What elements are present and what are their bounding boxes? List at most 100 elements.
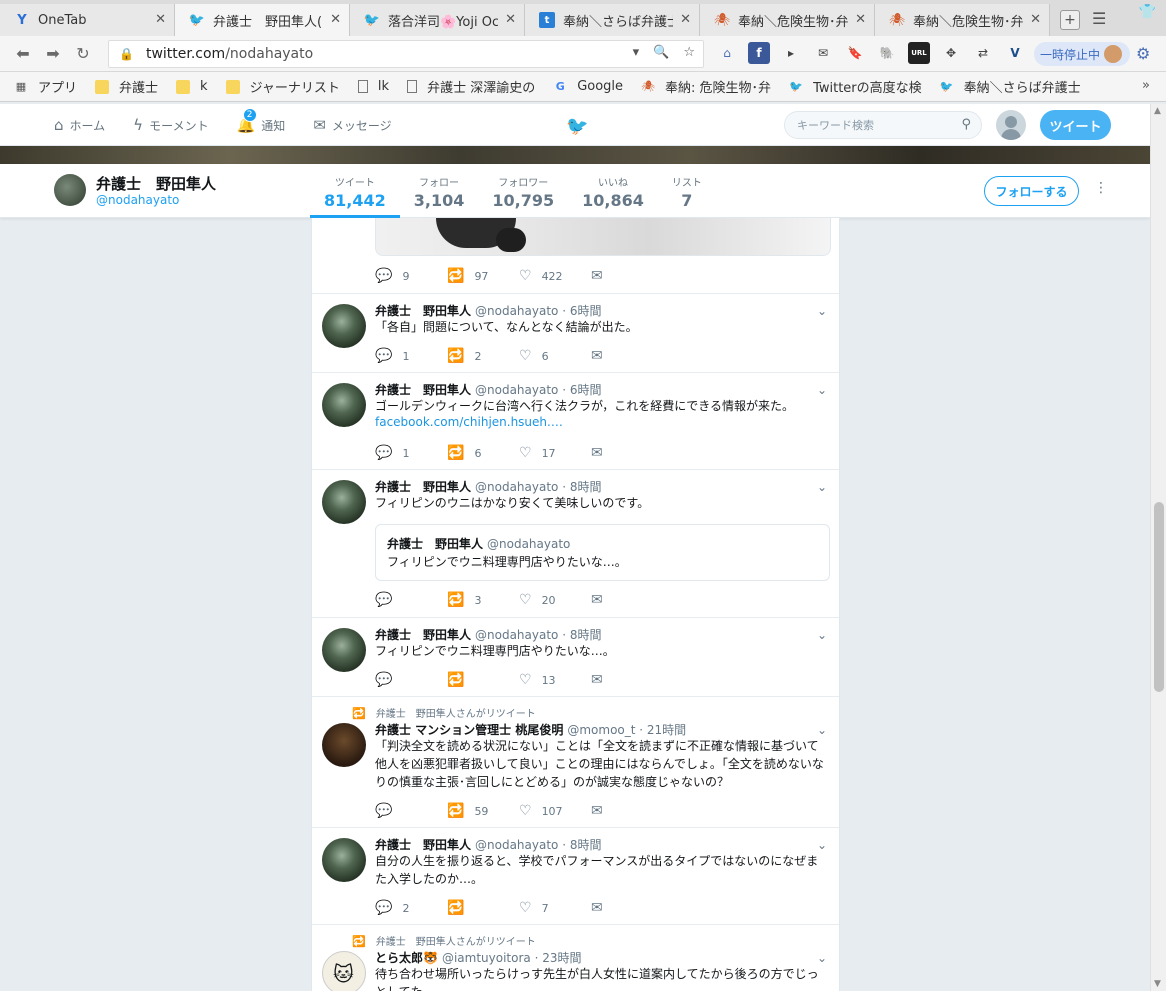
bookmark-google[interactable]: G Google [553, 79, 623, 94]
tweet-avatar[interactable] [322, 723, 366, 767]
retweeted-tweet[interactable]: 🔁 弁護士 野田隼人さんがリツイート とら太郎🐯 @iamtuyoitora · 2… [312, 925, 839, 991]
tweet[interactable]: 弁護士 野田隼人 @nodahayato · 8時間 ⌄ フィリピンでウニ料理専門… [312, 618, 839, 697]
stat-lists[interactable]: リスト 7 [658, 164, 716, 218]
retweet-button[interactable]: 🔁 2 [447, 348, 519, 364]
tweet-meta[interactable]: @nodahayato · 6時間 [475, 304, 601, 318]
stat-likes[interactable]: いいね 10,864 [568, 164, 658, 218]
tweet[interactable]: 弁護士 野田隼人 @nodahayato · 8時間 ⌄ 自分の人生を振り返ると、… [312, 828, 839, 925]
tweet-link[interactable]: facebook.com/chihjen.hsueh.… [375, 415, 563, 429]
chevron-down-icon[interactable]: ⌄ [817, 951, 827, 965]
reload-button[interactable]: ↻ [68, 39, 98, 69]
tweet-avatar[interactable] [322, 951, 366, 991]
more-options-icon[interactable]: ⋮ [1094, 180, 1108, 196]
retweet-button[interactable]: 🔁 59 [447, 803, 519, 819]
nav-messages[interactable]: ✉ メッセージ [313, 116, 391, 134]
bookmark-folder[interactable]: ジャーナリスト [225, 77, 340, 96]
browser-tab[interactable]: 🕷 奉納＼危険生物･弁 ✕ [700, 4, 875, 36]
tweet-meta[interactable]: @nodahayato · 8時間 [475, 480, 601, 494]
close-icon[interactable]: ✕ [680, 12, 691, 27]
tweet[interactable]: 弁護士 野田隼人 @nodahayato · 6時間 ⌄ ゴールデンウィークに台湾… [312, 373, 839, 470]
tweet[interactable]: 弁護士 野田隼人 @nodahayato · 6時間 ⌄ 「各自」問題について、な… [312, 294, 839, 373]
tweet-author-name[interactable]: 弁護士 野田隼人 [375, 304, 471, 318]
scroll-down-icon[interactable]: ▼ [1154, 979, 1161, 989]
search-icon[interactable]: ⚲ [961, 117, 971, 132]
settings-gear-icon[interactable]: ⚙ [1136, 44, 1150, 63]
scroll-up-icon[interactable]: ▲ [1154, 106, 1161, 116]
chevron-down-icon[interactable]: ⌄ [817, 383, 827, 397]
vimium-icon[interactable]: V [1004, 42, 1026, 64]
play-icon[interactable]: ▸ [780, 42, 802, 64]
dm-button[interactable]: ✉ [591, 672, 663, 688]
like-button[interactable]: ♡ 107 [519, 803, 591, 819]
tweet-meta[interactable]: @nodahayato · 8時間 [475, 628, 601, 642]
evernote-icon[interactable]: 🐘 [876, 42, 898, 64]
bookmark-folder[interactable]: 弁護士 [95, 77, 158, 96]
page-scrollbar[interactable]: ▲ ▼ [1150, 104, 1166, 991]
like-button[interactable]: ♡ 13 [519, 672, 591, 688]
like-button[interactable]: ♡ 422 [519, 268, 591, 284]
dm-button[interactable]: ✉ [591, 592, 663, 608]
home-icon[interactable]: ⌂ [716, 42, 738, 64]
tweet-avatar[interactable] [322, 383, 366, 427]
like-button[interactable]: ♡ 17 [519, 445, 591, 461]
tweet-avatar[interactable] [322, 480, 366, 524]
quoted-tweet[interactable]: 弁護士 野田隼人 @nodahayato フィリピンでウニ料理専門店やりたいな…。 [375, 524, 830, 581]
browser-tab-active[interactable]: 🐦 弁護士 野田隼人( ✕ [175, 4, 350, 36]
bookmark-page[interactable]: 弁護士 深澤諭史の [407, 77, 535, 96]
star-icon[interactable]: ☆ [683, 45, 695, 60]
tweet-avatar[interactable] [322, 628, 366, 672]
nav-home[interactable]: ⌂ ホーム [54, 116, 105, 134]
reply-button[interactable]: 💬 2 [375, 900, 447, 916]
retweet-button[interactable]: 🔁 3 [447, 592, 519, 608]
close-icon[interactable]: ✕ [855, 12, 866, 27]
browser-tab[interactable]: t 奉納＼さらば弁護士 ✕ [525, 4, 700, 36]
profile-name[interactable]: 弁護士 野田隼人 [96, 173, 216, 194]
tab-list-menu-icon[interactable]: ☰ [1092, 9, 1106, 28]
tweet[interactable]: 💬 9 🔁 97 ♡ 422 ✉ [312, 218, 839, 294]
tweet-author-name[interactable]: 弁護士 野田隼人 [375, 383, 471, 397]
move-icon[interactable]: ✥ [940, 42, 962, 64]
dm-button[interactable]: ✉ [591, 348, 663, 364]
tweet-meta[interactable]: @nodahayato · 6時間 [475, 383, 601, 397]
reply-button[interactable]: 💬 1 [375, 348, 447, 364]
new-tab-button[interactable]: + [1060, 10, 1080, 30]
reply-button[interactable]: 💬 1 [375, 445, 447, 461]
account-avatar[interactable] [996, 110, 1026, 140]
tweet-author-name[interactable]: とら太郎🐯 [375, 951, 438, 965]
chevron-down-icon[interactable]: ⌄ [817, 304, 827, 318]
profile-avatar[interactable] [54, 174, 86, 206]
tweet-button[interactable]: ツイート [1040, 110, 1111, 140]
pause-status-button[interactable]: 一時停止中 [1034, 42, 1130, 66]
tweet-meta[interactable]: @nodahayato · 8時間 [475, 838, 601, 852]
stat-tweets[interactable]: ツイート 81,442 [310, 164, 400, 218]
browser-tab[interactable]: 🕷 奉納＼危険生物･弁 ✕ [875, 4, 1050, 36]
back-button[interactable]: ⬅ [8, 39, 38, 69]
retweet-button[interactable]: 🔁 6 [447, 445, 519, 461]
tweet-author-name[interactable]: 弁護士 野田隼人 [375, 838, 471, 852]
retweet-button[interactable]: 🔁 97 [447, 268, 519, 284]
like-button[interactable]: ♡ 7 [519, 900, 591, 916]
bookmark-apps[interactable]: ▦ アプリ [14, 77, 77, 96]
reply-button[interactable]: 💬 [375, 803, 447, 819]
close-icon[interactable]: ✕ [505, 12, 516, 27]
reply-button[interactable]: 💬 [375, 592, 447, 608]
nav-moments[interactable]: ϟ モーメント [133, 116, 208, 134]
dropdown-icon[interactable]: ▾ [633, 45, 640, 60]
search-input[interactable]: キーワード検索 ⚲ [784, 111, 982, 139]
bookmark-page[interactable]: 🕷 奉納: 危険生物･弁 [641, 77, 771, 96]
chevron-right-icon[interactable]: » [1142, 78, 1150, 93]
tweet-avatar[interactable] [322, 304, 366, 348]
retweet-button[interactable]: 🔁 [447, 672, 519, 688]
nav-notifications[interactable]: 🔔 2 通知 [237, 108, 285, 134]
stat-following[interactable]: フォロー 3,104 [400, 164, 479, 218]
chevron-down-icon[interactable]: ⌄ [817, 838, 827, 852]
tweet-author-name[interactable]: 弁護士 マンション管理士 桃尾俊明 [375, 723, 563, 737]
bookmark-page[interactable]: 🐦 奉納＼さらば弁護士 [940, 77, 1081, 96]
url-shortener-icon[interactable]: URL [908, 42, 930, 64]
dm-button[interactable]: ✉ [591, 268, 663, 284]
chevron-down-icon[interactable]: ⌄ [817, 723, 827, 737]
dm-button[interactable]: ✉ [591, 900, 663, 916]
facebook-icon[interactable]: f [748, 42, 770, 64]
retweet-context[interactable]: 🔁 弁護士 野田隼人さんがリツイート [352, 705, 536, 720]
bookmark-folder[interactable]: k [176, 79, 208, 94]
